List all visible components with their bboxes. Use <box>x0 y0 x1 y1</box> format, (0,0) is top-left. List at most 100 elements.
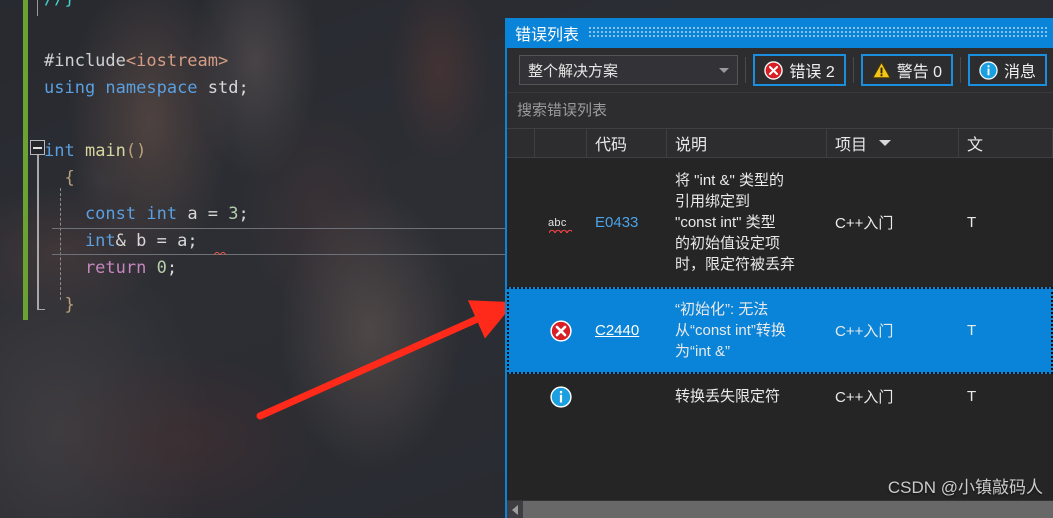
chevron-down-icon <box>719 67 730 73</box>
toolbar-separator <box>852 57 854 83</box>
row-description-cell: “初始化”: 无法 从“const int”转换 为“int &” <box>667 299 827 362</box>
code-token: int <box>44 231 116 251</box>
row-icon-cell: abc <box>535 213 587 233</box>
filter-warnings-label: 警告 0 <box>896 64 943 81</box>
code-line: //} <box>44 0 75 13</box>
code-line: int& b = a; <box>44 228 198 255</box>
filter-errors-button[interactable]: 错误 2 <box>753 54 846 86</box>
code-line: using namespace std; <box>44 75 249 102</box>
code-line: const int a = 3; <box>44 201 249 228</box>
error-table: 代码 说明 项目 文 abc E0433 将 "int &" 类型的 引用绑定到 "co… <box>507 128 1053 500</box>
row-file-cell: T <box>967 322 977 339</box>
description-line: 的初始值设定项 <box>675 235 781 252</box>
panel-title-bar[interactable]: 错误列表 <box>507 18 1053 48</box>
filter-errors-label: 错误 2 <box>789 64 835 81</box>
description-line: 转换丢失限定符 <box>675 388 781 405</box>
code-token: 0 <box>156 258 167 278</box>
abc-squiggle-icon: abc <box>548 213 574 233</box>
search-input[interactable] <box>517 102 1053 119</box>
search-row[interactable] <box>507 92 1053 128</box>
row-file-cell: T <box>967 214 977 231</box>
code-line: { <box>44 165 75 192</box>
table-header-row: 代码 说明 项目 文 <box>507 128 1053 158</box>
error-icon <box>764 60 784 80</box>
table-body: abc E0433 将 "int &" 类型的 引用绑定到 "const int" 类型… <box>507 158 1053 419</box>
scope-dropdown[interactable]: 整个解决方案 <box>519 55 739 85</box>
row-description-cell: 将 "int &" 类型的 引用绑定到 "const int" 类型 的初始值设定项时… <box>667 170 827 275</box>
row-code-cell[interactable]: C2440 <box>587 322 667 339</box>
description-line: 引用绑定到 <box>675 193 751 210</box>
toolbar-separator <box>745 57 747 83</box>
filter-messages-button[interactable]: 消息 <box>968 54 1048 86</box>
row-project-cell: C++入门 <box>835 323 894 340</box>
scrollbar-thumb[interactable] <box>523 500 1053 518</box>
table-row[interactable]: 转换丢失限定符 C++入门 T <box>507 374 1053 419</box>
panel-drag-grip[interactable] <box>589 27 1047 39</box>
scroll-left-arrow[interactable] <box>507 500 523 518</box>
code-line: } <box>44 292 75 319</box>
info-icon <box>550 385 572 408</box>
column-header-code[interactable]: 代码 <box>587 129 667 157</box>
toolbar-separator <box>960 57 961 83</box>
row-description-cell: 转换丢失限定符 <box>667 386 827 407</box>
table-row[interactable]: abc E0433 将 "int &" 类型的 引用绑定到 "const int" 类型… <box>507 158 1053 287</box>
code-fold-guide <box>37 155 43 310</box>
code-token: a <box>187 204 208 224</box>
code-token: 3 <box>228 204 239 224</box>
column-header-file[interactable]: 文 <box>959 129 1053 157</box>
screen: //}#include<iostream>using namespace std… <box>0 0 1053 518</box>
code-token: = <box>156 231 178 251</box>
code-line: int main() <box>44 138 146 165</box>
code-token: int <box>146 204 188 224</box>
info-icon <box>979 60 998 80</box>
row-file-cell: T <box>967 388 977 405</box>
code-token: //} <box>44 0 75 9</box>
error-icon <box>550 319 572 342</box>
column-header-icon[interactable] <box>535 129 587 157</box>
column-header-description[interactable]: 说明 <box>667 129 827 157</box>
description-line: "const int" 类型 <box>675 214 776 231</box>
brace-bracket-top <box>37 0 44 16</box>
code-token: <iostream> <box>125 51 229 71</box>
row-icon-cell <box>535 319 587 342</box>
error-code-link[interactable]: E0433 <box>595 214 638 231</box>
column-header-project[interactable]: 项目 <box>827 129 959 157</box>
code-token: & <box>115 231 137 251</box>
code-token: () <box>125 141 147 161</box>
code-token: std; <box>207 78 249 98</box>
code-token: { <box>44 168 75 188</box>
code-line: #include<iostream> <box>44 48 228 75</box>
sort-descending-icon <box>879 140 892 146</box>
panel-title-text: 错误列表 <box>515 27 580 44</box>
horizontal-scrollbar[interactable] <box>507 500 1053 518</box>
description-line: 时，限定符被丢弃 <box>675 256 796 273</box>
error-code-link[interactable]: C2440 <box>595 322 639 339</box>
error-list-panel: 错误列表 整个解决方案 错误 2 警告 0 消息 搜索错误列表 代码 说明 项目… <box>505 18 1053 518</box>
code-fold-toggle[interactable] <box>30 140 45 155</box>
row-project-cell: C++入门 <box>835 389 894 406</box>
row-code-cell[interactable]: E0433 <box>587 214 667 231</box>
code-token: namespace <box>105 78 208 98</box>
column-header-severity[interactable] <box>507 129 535 157</box>
filter-warnings-button[interactable]: 警告 0 <box>860 54 954 86</box>
code-token: main <box>84 141 126 161</box>
filter-messages-label: 消息 <box>1004 64 1037 81</box>
row-icon-cell <box>535 385 587 408</box>
warning-icon <box>871 61 891 78</box>
row-project-cell: C++入门 <box>835 215 894 232</box>
code-token: return <box>44 258 157 278</box>
column-header-project-label: 项目 <box>835 137 868 154</box>
code-token: int <box>44 141 85 161</box>
code-line: return 0; <box>44 255 177 282</box>
code-token: ; <box>166 258 178 278</box>
description-line: “初始化”: 无法 <box>675 301 769 318</box>
code-token: = <box>207 204 229 224</box>
code-token: a; <box>177 231 198 251</box>
description-line: 将 "int &" 类型的 <box>675 172 784 189</box>
description-line: 为“int &” <box>675 343 731 360</box>
code-token: using <box>44 78 106 98</box>
table-row[interactable]: C2440 “初始化”: 无法 从“const int”转换 为“int &” C++入… <box>507 287 1053 374</box>
error-squiggle-underline <box>214 250 226 255</box>
code-token: } <box>44 295 75 315</box>
code-text-layer: //}#include<iostream>using namespace std… <box>0 0 512 340</box>
